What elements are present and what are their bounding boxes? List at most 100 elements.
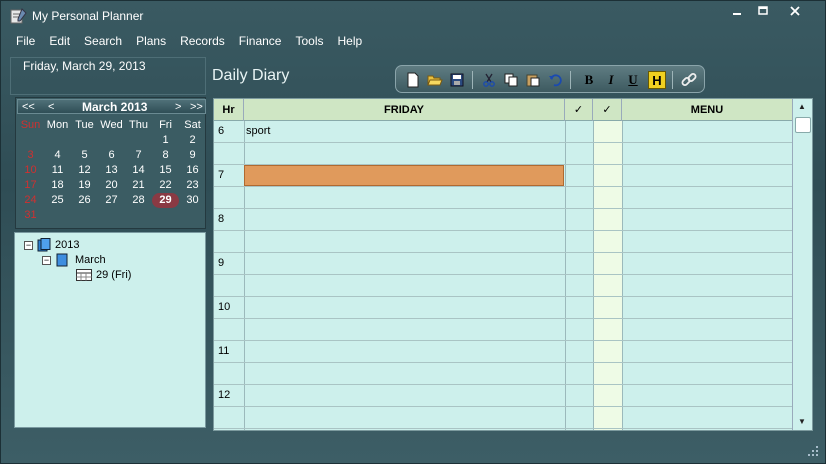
column-header-menu[interactable]: MENU <box>622 99 792 121</box>
maximize-button[interactable] <box>753 3 773 19</box>
calendar-day[interactable]: 21 <box>125 178 152 193</box>
calendar-day[interactable]: 26 <box>71 193 98 208</box>
undo-button[interactable] <box>546 71 564 89</box>
page-title: Daily Diary <box>212 67 290 84</box>
scroll-up-icon[interactable]: ▲ <box>798 102 806 111</box>
row-divider <box>214 428 792 429</box>
row-divider <box>214 362 792 363</box>
new-button[interactable] <box>404 71 422 89</box>
diary-body: 6 sport 7 8 9 10 11 12 <box>214 121 792 430</box>
book-icon <box>56 253 68 267</box>
calendar-day[interactable]: 14 <box>125 163 152 178</box>
paste-button[interactable] <box>524 71 542 89</box>
paste-icon <box>526 74 540 87</box>
calendar-grid: Sun Mon Tue Wed Thu Fri Sat 1 2 3 4 5 6 7 8 9 10 11 12 13 14… <box>17 118 206 223</box>
calendar-day[interactable]: 10 <box>17 163 44 178</box>
vertical-scrollbar[interactable]: ▲ ▼ <box>792 99 812 430</box>
maximize-icon <box>758 6 768 15</box>
tree-node-month[interactable]: − March <box>42 253 106 267</box>
close-button[interactable] <box>785 3 805 19</box>
column-header-check-1[interactable]: ✓ <box>565 99 593 121</box>
tree-month-label: March <box>75 254 106 266</box>
collapse-icon[interactable]: − <box>24 240 33 250</box>
calendar-day[interactable]: 1 <box>152 133 179 148</box>
bold-icon: B <box>584 72 594 87</box>
tree-node-year[interactable]: − 2013 <box>24 238 79 252</box>
calendar-day[interactable]: 2 <box>179 133 206 148</box>
menu-finance[interactable]: Finance <box>232 32 289 50</box>
diary-header-row: Hr FRIDAY ✓ ✓ MENU <box>214 99 792 121</box>
calendar-day[interactable]: 6 <box>98 148 125 163</box>
toolbar-separator <box>570 71 571 89</box>
weekday-header: Sat <box>184 119 201 131</box>
prev-month-button[interactable]: < <box>48 100 54 114</box>
cut-button[interactable] <box>480 71 498 89</box>
calendar-day[interactable]: 3 <box>17 148 44 163</box>
calendar-day[interactable]: 4 <box>44 148 71 163</box>
collapse-icon[interactable]: − <box>42 255 51 265</box>
scroll-down-icon[interactable]: ▼ <box>798 417 806 426</box>
menu-plans[interactable]: Plans <box>129 32 173 50</box>
calendar-empty-cell <box>125 133 152 148</box>
calendar-day[interactable]: 13 <box>98 163 125 178</box>
calendar-day[interactable]: 9 <box>179 148 206 163</box>
menu-records[interactable]: Records <box>173 32 232 50</box>
calendar-day[interactable]: 24 <box>17 193 44 208</box>
menu-file[interactable]: File <box>9 32 42 50</box>
selected-cell[interactable] <box>244 165 564 186</box>
tree-node-day[interactable]: 29 (Fri) <box>76 269 131 281</box>
calendar-day[interactable]: 11 <box>44 163 71 178</box>
menu-tools[interactable]: Tools <box>288 32 330 50</box>
toolbar-separator <box>672 71 673 89</box>
menu-help[interactable]: Help <box>331 32 370 50</box>
row-divider <box>214 274 792 275</box>
save-button[interactable] <box>448 71 466 89</box>
calendar-day[interactable]: 15 <box>152 163 179 178</box>
highlight-button[interactable]: H <box>648 71 666 89</box>
column-header-hour[interactable]: Hr <box>214 99 244 121</box>
calendar-day[interactable]: 12 <box>71 163 98 178</box>
menu-search[interactable]: Search <box>77 32 129 50</box>
calendar-day[interactable]: 25 <box>44 193 71 208</box>
calendar-empty-cell <box>17 133 44 148</box>
calendar-day[interactable]: 28 <box>125 193 152 208</box>
calendar-day[interactable]: 23 <box>179 178 206 193</box>
calendar-empty-cell <box>71 133 98 148</box>
calendar-day[interactable]: 19 <box>71 178 98 193</box>
calendar-day[interactable]: 17 <box>17 178 44 193</box>
cut-icon <box>483 73 495 87</box>
calendar-day[interactable]: 8 <box>152 148 179 163</box>
next-year-button[interactable]: >> <box>190 100 203 114</box>
calendar-empty-cell <box>179 208 206 223</box>
italic-button[interactable]: I <box>602 71 620 89</box>
menu-edit[interactable]: Edit <box>42 32 77 50</box>
calendar-day[interactable]: 20 <box>98 178 125 193</box>
calendar-day[interactable]: 16 <box>179 163 206 178</box>
minimize-button[interactable] <box>727 3 747 19</box>
underline-button[interactable]: U <box>624 71 642 89</box>
current-date-label: Friday, March 29, 2013 <box>23 59 146 73</box>
calendar-day[interactable]: 30 <box>179 193 206 208</box>
calendar-day[interactable]: 22 <box>152 178 179 193</box>
calendar-day[interactable]: 29 <box>152 193 179 208</box>
resize-grip-icon[interactable] <box>807 445 819 457</box>
calendar-day[interactable]: 18 <box>44 178 71 193</box>
column-header-check-2[interactable]: ✓ <box>593 99 622 121</box>
calendar-empty-cell <box>44 208 71 223</box>
calendar-day[interactable]: 31 <box>17 208 44 223</box>
diary-entry[interactable]: sport <box>246 125 270 137</box>
calendar-day[interactable]: 27 <box>98 193 125 208</box>
calendar-day[interactable]: 5 <box>71 148 98 163</box>
prev-year-button[interactable]: << <box>22 100 35 114</box>
tree-day-label: 29 (Fri) <box>96 269 132 281</box>
calendar-day[interactable]: 7 <box>125 148 152 163</box>
scroll-thumb[interactable] <box>795 117 811 133</box>
column-header-day[interactable]: FRIDAY <box>244 99 565 121</box>
bold-button[interactable]: B <box>580 71 598 89</box>
next-month-button[interactable]: > <box>175 100 181 114</box>
copy-button[interactable] <box>502 71 520 89</box>
link-button[interactable] <box>680 71 698 89</box>
hour-label: 7 <box>218 169 225 181</box>
row-divider <box>214 252 792 253</box>
open-button[interactable] <box>426 71 444 89</box>
